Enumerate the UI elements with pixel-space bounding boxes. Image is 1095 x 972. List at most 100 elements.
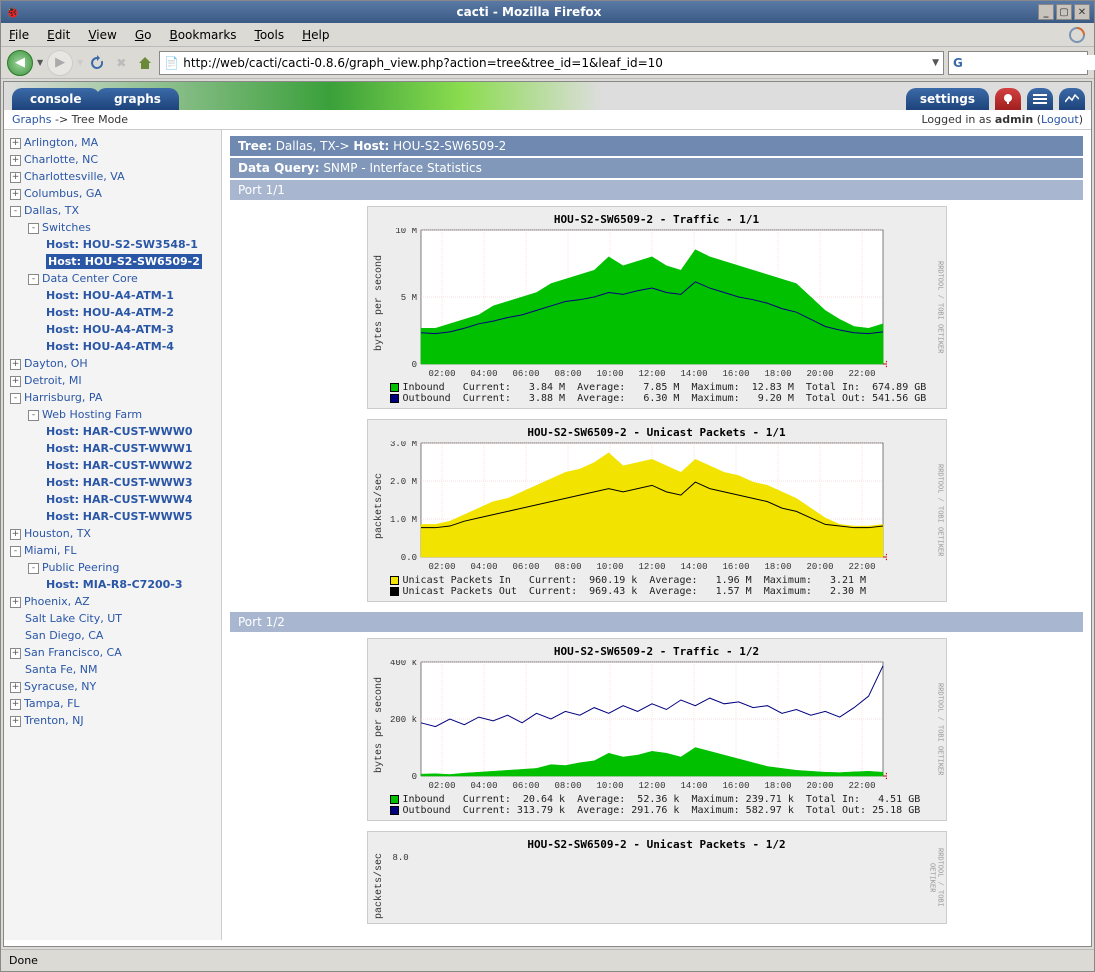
tree-link[interactable]: Host: MIA-R8-C7200-3 xyxy=(46,578,183,591)
tree-link[interactable]: Switches xyxy=(42,221,91,234)
expand-icon[interactable]: + xyxy=(10,172,21,183)
tree-node[interactable]: -Web Hosting Farm xyxy=(6,406,219,423)
expand-icon[interactable]: + xyxy=(10,682,21,693)
tree-link[interactable]: Charlotte, NC xyxy=(24,153,98,166)
preview-view-icon[interactable] xyxy=(1059,88,1085,110)
tree-link[interactable]: Host: HOU-S2-SW3548-1 xyxy=(46,238,198,251)
menu-go[interactable]: Go xyxy=(135,28,152,42)
home-button[interactable] xyxy=(135,53,155,73)
search-engine-icon[interactable]: G xyxy=(953,56,963,70)
tree-node[interactable]: +San Francisco, CA xyxy=(6,644,219,661)
expand-icon[interactable]: + xyxy=(10,138,21,149)
tree-link[interactable]: Syracuse, NY xyxy=(24,680,96,693)
tree-host-item[interactable]: Host: HAR-CUST-WWW0 xyxy=(6,423,219,440)
tree-node[interactable]: +Arlington, MA xyxy=(6,134,219,151)
tree-link[interactable]: Host: HAR-CUST-WWW2 xyxy=(46,459,193,472)
tree-node[interactable]: Santa Fe, NM xyxy=(6,661,219,678)
tree-host-item[interactable]: Host: HOU-A4-ATM-4 xyxy=(6,338,219,355)
menu-file[interactable]: File xyxy=(9,28,29,42)
expand-icon[interactable]: + xyxy=(10,376,21,387)
menu-bookmarks[interactable]: Bookmarks xyxy=(169,28,236,42)
tree-node[interactable]: San Diego, CA xyxy=(6,627,219,644)
tree-link[interactable]: Host: HAR-CUST-WWW5 xyxy=(46,510,193,523)
expand-icon[interactable]: + xyxy=(10,359,21,370)
tree-link[interactable]: Host: HAR-CUST-WWW1 xyxy=(46,442,193,455)
tree-node[interactable]: +Houston, TX xyxy=(6,525,219,542)
tree-link[interactable]: Phoenix, AZ xyxy=(24,595,90,608)
expand-icon[interactable]: - xyxy=(28,274,39,285)
tree-link[interactable]: Harrisburg, PA xyxy=(24,391,102,404)
tree-host-item[interactable]: Host: HAR-CUST-WWW3 xyxy=(6,474,219,491)
tree-link[interactable]: Miami, FL xyxy=(24,544,77,557)
back-button[interactable]: ◀ xyxy=(7,50,33,76)
tree-node[interactable]: -Switches xyxy=(6,219,219,236)
forward-button[interactable]: ▶ xyxy=(47,50,73,76)
tree-host-item[interactable]: Host: MIA-R8-C7200-3 xyxy=(6,576,219,593)
reload-button[interactable] xyxy=(87,53,107,73)
tree-link[interactable]: Tampa, FL xyxy=(24,697,80,710)
tree-node[interactable]: -Public Peering xyxy=(6,559,219,576)
menu-tools[interactable]: Tools xyxy=(255,28,285,42)
close-button[interactable]: ✕ xyxy=(1074,4,1090,20)
page-content[interactable]: console graphs settings Graphs -> Tree M… xyxy=(3,81,1092,947)
tree-node[interactable]: +Dayton, OH xyxy=(6,355,219,372)
tree-host-item[interactable]: Host: HAR-CUST-WWW2 xyxy=(6,457,219,474)
expand-icon[interactable]: - xyxy=(28,410,39,421)
minimize-button[interactable]: _ xyxy=(1038,4,1054,20)
expand-icon[interactable]: + xyxy=(10,648,21,659)
tree-node[interactable]: +Charlotte, NC xyxy=(6,151,219,168)
tree-link[interactable]: Dayton, OH xyxy=(24,357,88,370)
tree-node[interactable]: -Dallas, TX xyxy=(6,202,219,219)
tree-host-item[interactable]: Host: HOU-S2-SW3548-1 xyxy=(6,236,219,253)
forward-dropdown-icon[interactable]: ▼ xyxy=(77,58,83,67)
graph-traffic12[interactable]: RRDTOOL / TOBI OETIKER HOU-S2-SW6509-2 -… xyxy=(367,638,947,821)
tree-node[interactable]: -Miami, FL xyxy=(6,542,219,559)
expand-icon[interactable]: + xyxy=(10,189,21,200)
tree-link[interactable]: San Francisco, CA xyxy=(24,646,122,659)
tree-link[interactable]: Web Hosting Farm xyxy=(42,408,142,421)
tree-link[interactable]: Arlington, MA xyxy=(24,136,98,149)
ntop-icon[interactable] xyxy=(995,88,1021,110)
expand-icon[interactable]: + xyxy=(10,699,21,710)
tree-link[interactable]: Columbus, GA xyxy=(24,187,102,200)
tree-host-item[interactable]: Host: HOU-A4-ATM-1 xyxy=(6,287,219,304)
tree-link[interactable]: Trenton, NJ xyxy=(24,714,84,727)
expand-icon[interactable]: - xyxy=(10,546,21,557)
menu-edit[interactable]: Edit xyxy=(47,28,70,42)
tree-node[interactable]: -Harrisburg, PA xyxy=(6,389,219,406)
tab-settings[interactable]: settings xyxy=(906,88,989,110)
expand-icon[interactable]: + xyxy=(10,597,21,608)
tree-link[interactable]: Houston, TX xyxy=(24,527,91,540)
tree-link[interactable]: Host: HAR-CUST-WWW4 xyxy=(46,493,193,506)
graph-unicast12[interactable]: RRDTOOL / TOBI OETIKER HOU-S2-SW6509-2 -… xyxy=(367,831,947,924)
tree-link[interactable]: Host: HOU-A4-ATM-3 xyxy=(46,323,174,336)
logout-link[interactable]: Logout xyxy=(1041,113,1079,126)
tree-node[interactable]: +Trenton, NJ xyxy=(6,712,219,729)
url-bar[interactable]: 📄 ▼ xyxy=(159,51,944,75)
tree-host-item[interactable]: Host: HAR-CUST-WWW4 xyxy=(6,491,219,508)
tree-node[interactable]: +Syracuse, NY xyxy=(6,678,219,695)
back-dropdown-icon[interactable]: ▼ xyxy=(37,58,43,67)
menu-view[interactable]: View xyxy=(88,28,116,42)
tree-link[interactable]: Host: HOU-A4-ATM-4 xyxy=(46,340,174,353)
tree-host-item[interactable]: Host: HOU-A4-ATM-3 xyxy=(6,321,219,338)
tree-node[interactable]: +Phoenix, AZ xyxy=(6,593,219,610)
stop-button[interactable]: ✖ xyxy=(111,53,131,73)
tree-link[interactable]: Salt Lake City, UT xyxy=(25,612,122,625)
graph-traffic11[interactable]: RRDTOOL / TOBI OETIKER HOU-S2-SW6509-2 -… xyxy=(367,206,947,409)
tab-graphs[interactable]: graphs xyxy=(96,88,179,110)
tree-link[interactable]: Host: HAR-CUST-WWW3 xyxy=(46,476,193,489)
tree-node[interactable]: +Detroit, MI xyxy=(6,372,219,389)
url-input[interactable] xyxy=(183,56,928,70)
search-box[interactable]: G xyxy=(948,51,1088,75)
maximize-button[interactable]: ▢ xyxy=(1056,4,1072,20)
tree-link[interactable]: Dallas, TX xyxy=(24,204,79,217)
tree-sidebar[interactable]: +Arlington, MA+Charlotte, NC+Charlottesv… xyxy=(4,130,222,940)
breadcrumb-link[interactable]: Graphs xyxy=(12,113,51,126)
graph-unicast11[interactable]: RRDTOOL / TOBI OETIKER HOU-S2-SW6509-2 -… xyxy=(367,419,947,602)
tree-link[interactable]: Public Peering xyxy=(42,561,119,574)
tree-link[interactable]: Santa Fe, NM xyxy=(25,663,97,676)
expand-icon[interactable]: - xyxy=(28,223,39,234)
expand-icon[interactable]: + xyxy=(10,529,21,540)
tree-link[interactable]: Host: HOU-S2-SW6509-2 xyxy=(46,254,202,269)
